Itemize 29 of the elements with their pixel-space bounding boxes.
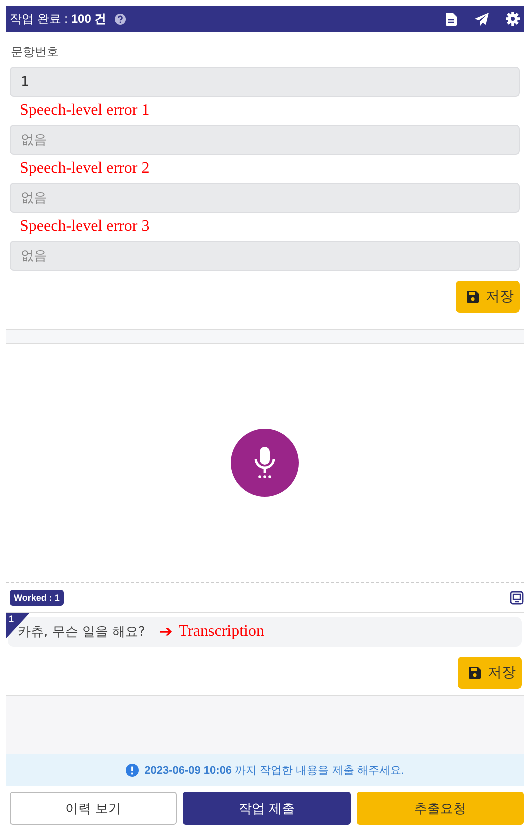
- save-icon: [468, 666, 482, 680]
- save-button[interactable]: 저장: [458, 657, 522, 689]
- annotation-label: Transcription: [178, 623, 264, 641]
- document-icon[interactable]: [446, 12, 457, 26]
- field-label: 문항번호: [11, 44, 60, 61]
- monitor-icon[interactable]: [510, 590, 524, 604]
- settings-icon[interactable]: [506, 12, 520, 26]
- annotation-label: Speech-level error 1: [19, 101, 151, 121]
- arrow-icon: ➔: [159, 622, 173, 642]
- submit-button[interactable]: 작업 제출: [183, 792, 351, 825]
- input-field[interactable]: 없음: [10, 125, 520, 155]
- send-icon[interactable]: [475, 12, 489, 26]
- header-title: 작업 완료 : 100 건: [10, 10, 107, 28]
- transcription-text: 카츄, 무슨 일을 해요?: [18, 624, 146, 641]
- save-icon: [466, 290, 480, 304]
- history-button[interactable]: 이력 보기: [10, 792, 178, 825]
- save-button[interactable]: 저장: [456, 281, 520, 313]
- deadline-notice: 2023-06-09 10:06 까지 작업한 내용을 제출 해주세요.: [144, 764, 404, 778]
- annotation-label: Speech-level error 2: [19, 159, 151, 179]
- input-field[interactable]: 없음: [10, 183, 520, 213]
- info-icon: [126, 764, 139, 776]
- request-button[interactable]: 추출요청: [356, 792, 524, 825]
- microphone-button[interactable]: [231, 429, 299, 497]
- input-field[interactable]: 1: [10, 67, 520, 97]
- annotation-label: Speech-level error 3: [19, 217, 151, 237]
- row-index: 1: [9, 614, 14, 624]
- help-icon[interactable]: [114, 14, 126, 24]
- input-field[interactable]: 없음: [10, 241, 520, 271]
- worked-badge: Worked : 1: [10, 590, 64, 606]
